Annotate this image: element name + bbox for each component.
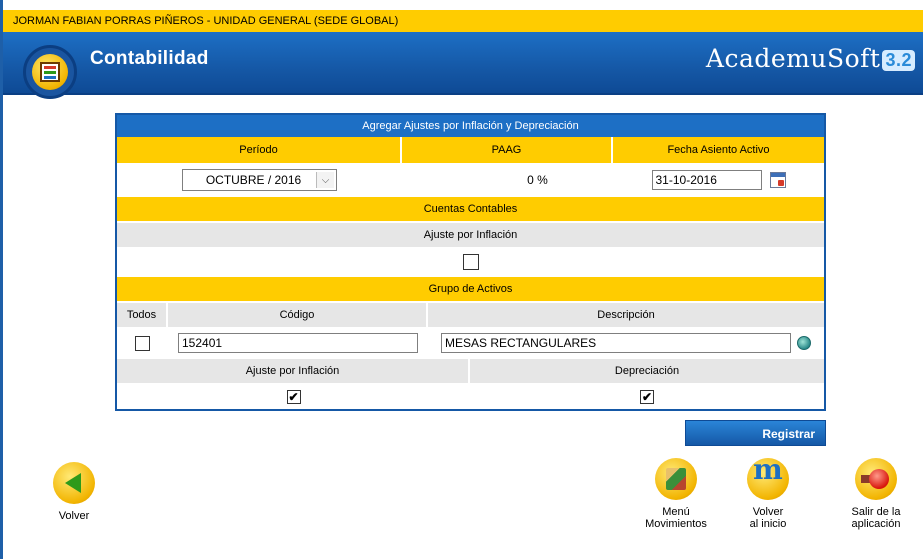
top-strip xyxy=(0,0,923,6)
depreciacion-checkbox[interactable]: ✔ xyxy=(640,390,654,404)
volver-button[interactable]: Volver xyxy=(48,462,100,522)
ajuste-inflacion-grupo-checkbox[interactable]: ✔ xyxy=(286,390,301,404)
exit-label-line2: aplicación xyxy=(851,518,901,530)
todos-checkbox[interactable] xyxy=(135,335,150,351)
fecha-input[interactable]: 31-10-2016 xyxy=(651,170,762,190)
form-title: Agregar Ajustes por Inflación y Deprecia… xyxy=(117,115,824,137)
abacus-icon xyxy=(32,54,68,90)
salir-button[interactable]: Salir de la aplicación xyxy=(836,458,916,530)
home-label-line1: Volver xyxy=(752,506,784,518)
app-header: Contabilidad AcademuSoft 3.2 xyxy=(3,32,923,95)
paag-header: PAAG xyxy=(402,137,613,163)
menu-movimientos-button[interactable]: Menú Movimientos xyxy=(630,458,722,530)
academusoft-logo: AcademuSoft 3.2 xyxy=(706,44,915,73)
periodo-select-value: OCTUBRE / 2016 xyxy=(205,173,302,187)
logo-text: AcademuSoft xyxy=(705,44,881,73)
menu-cube-icon[interactable] xyxy=(655,458,697,500)
registrar-button[interactable]: Registrar xyxy=(685,420,826,446)
depreciacion-header: Depreciación xyxy=(614,365,680,377)
descripcion-input[interactable]: MESAS RECTANGULARES xyxy=(441,333,791,353)
volver-inicio-button[interactable]: m Volver al inicio xyxy=(733,456,803,530)
periodo-select[interactable]: OCTUBRE / 2016 ⌵ xyxy=(182,169,337,191)
user-bar-text: JORMAN FABIAN PORRAS PIÑEROS - UNIDAD GE… xyxy=(13,15,399,27)
menu-label-line1: Menú xyxy=(662,506,690,518)
todos-header: Todos xyxy=(117,303,168,327)
ajuste-header: Ajuste por Inflación xyxy=(423,229,518,241)
codigo-input[interactable]: 152401 xyxy=(178,333,418,353)
chevron-down-icon[interactable]: ⌵ xyxy=(316,172,334,188)
user-bar: JORMAN FABIAN PORRAS PIÑEROS - UNIDAD GE… xyxy=(3,10,923,32)
exit-icon[interactable] xyxy=(855,458,897,500)
logo-version: 3.2 xyxy=(882,50,915,71)
grupo-header: Grupo de Activos xyxy=(428,283,513,295)
volver-label: Volver xyxy=(58,510,90,522)
paag-value: 0 % xyxy=(527,173,548,187)
module-title: Contabilidad xyxy=(90,48,209,69)
ajuste-inflacion-checkbox[interactable] xyxy=(462,254,479,270)
periodo-header: Período xyxy=(117,137,402,163)
ajuste-inflacion-header: Ajuste por Inflación xyxy=(117,359,470,383)
fecha-header: Fecha Asiento Activo xyxy=(667,144,770,156)
descripcion-header: Descripción xyxy=(597,309,655,321)
calendar-icon[interactable] xyxy=(769,172,786,188)
codigo-header: Código xyxy=(168,303,428,327)
home-m-icon[interactable]: m xyxy=(747,456,789,500)
search-icon[interactable] xyxy=(797,336,811,350)
cuentas-header: Cuentas Contables xyxy=(423,203,518,215)
app-page: JORMAN FABIAN PORRAS PIÑEROS - UNIDAD GE… xyxy=(0,0,923,559)
back-arrow-icon[interactable] xyxy=(53,462,95,504)
module-badge xyxy=(23,45,77,99)
exit-label-line1: Salir de la xyxy=(851,506,901,518)
menu-label-line2: Movimientos xyxy=(645,518,707,530)
adjustment-form: Agregar Ajustes por Inflación y Deprecia… xyxy=(115,113,826,411)
home-label-line2: al inicio xyxy=(749,518,787,530)
